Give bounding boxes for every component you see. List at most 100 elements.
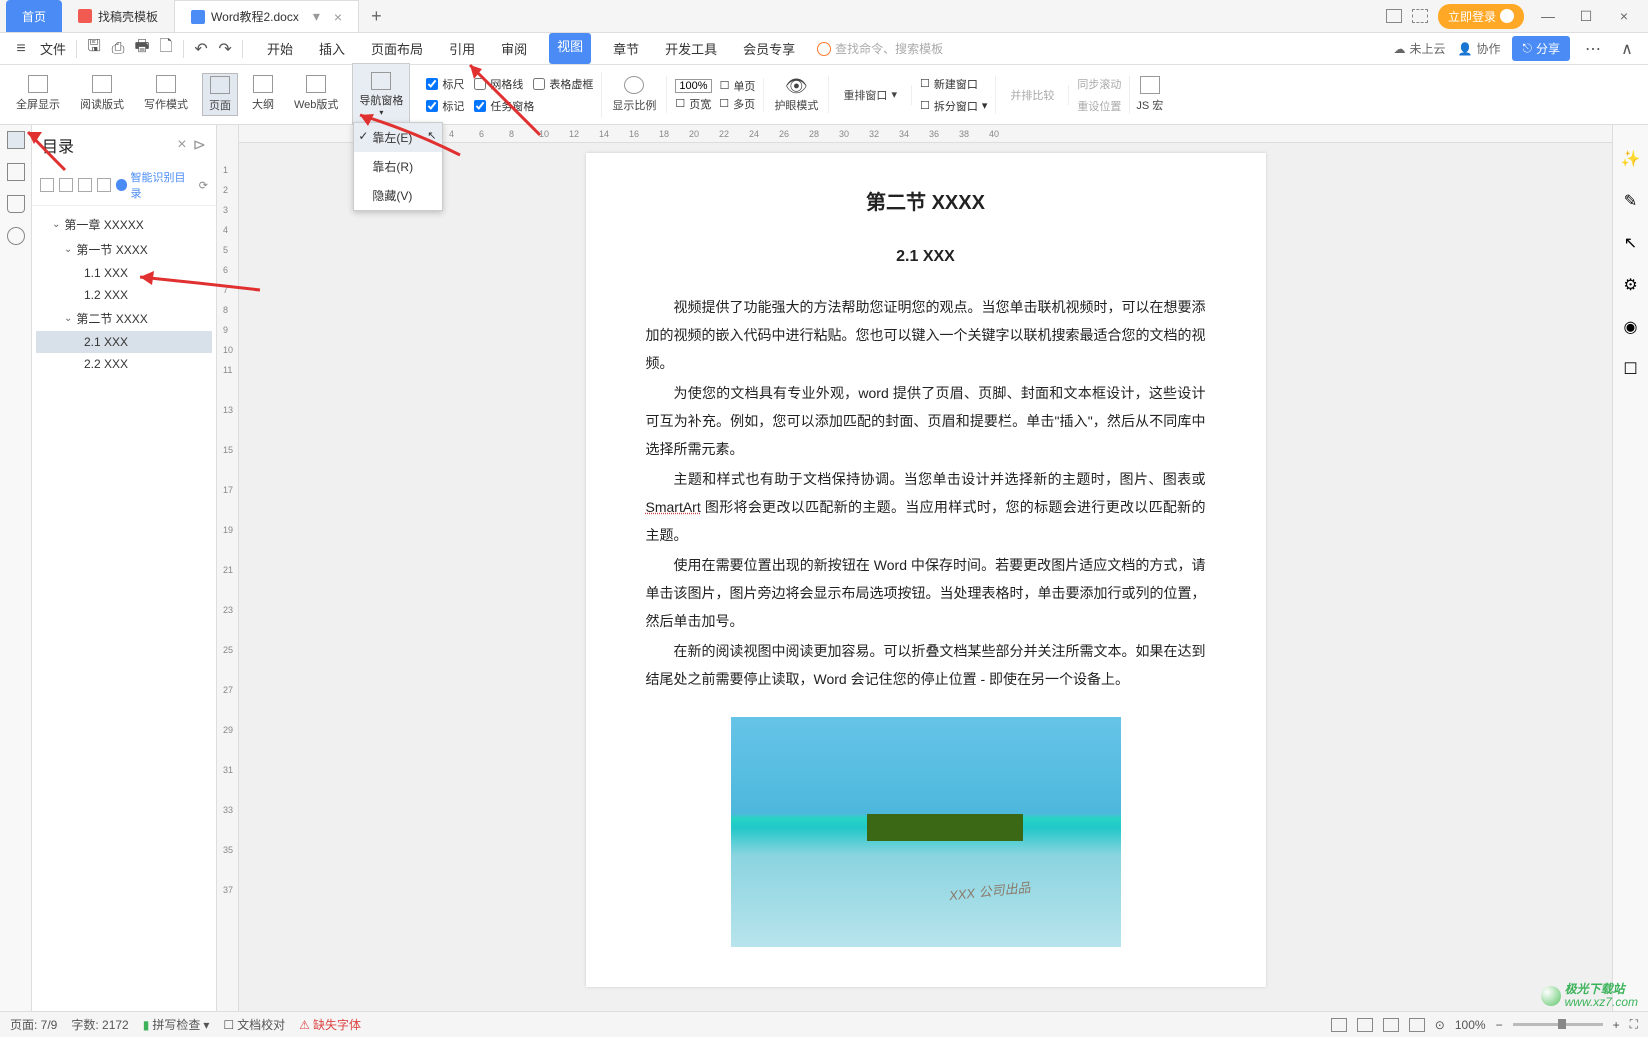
menu-tab-start[interactable]: 开始 <box>263 33 297 64</box>
table-grid-checkbox[interactable]: 表格虚框 <box>533 76 593 92</box>
mark-checkbox[interactable]: 标记 <box>426 98 464 114</box>
menu-icon[interactable]: ≡ <box>10 38 32 60</box>
ratio-button[interactable]: 显示比例 <box>602 76 667 113</box>
split-window[interactable]: ☐ 拆分窗口▾ <box>920 98 987 114</box>
menu-tab-dev[interactable]: 开发工具 <box>661 33 721 64</box>
structure-rail-icon[interactable] <box>7 163 25 181</box>
nav-dock-left[interactable]: ✓靠左(E)↖ <box>354 123 442 152</box>
expand-icon[interactable] <box>40 178 54 192</box>
tab-home[interactable]: 首页 <box>6 0 62 32</box>
tab-close-icon[interactable]: × <box>334 9 342 25</box>
file-menu[interactable]: 文件 <box>36 33 70 64</box>
tree-section-1[interactable]: ⌄第一节 XXXX <box>36 237 212 262</box>
menu-tab-vip[interactable]: 会员专享 <box>739 33 799 64</box>
fit-icon[interactable]: ⊙ <box>1435 1018 1445 1032</box>
outline-rail-icon[interactable] <box>7 131 25 149</box>
tree-item-2-1[interactable]: 2.1 XXX <box>36 331 212 353</box>
tree-item-1-1[interactable]: 1.1 XXX <box>36 262 212 284</box>
cloud-status[interactable]: ☁ 未上云 <box>1394 40 1446 57</box>
login-button[interactable]: 立即登录 <box>1438 4 1524 29</box>
zoom-out[interactable]: − <box>1496 1018 1503 1032</box>
search-rail-icon[interactable] <box>7 227 25 245</box>
fullscreen-icon[interactable]: ⛶ <box>1630 1017 1638 1032</box>
share-button[interactable]: ⎋ 分享 <box>1512 36 1570 61</box>
collapse-icon[interactable] <box>59 178 73 192</box>
rearrange-button[interactable]: 重排窗口▾ <box>837 85 903 105</box>
spell-check[interactable]: ▮拼写检查 ▾ <box>143 1016 210 1033</box>
view-mode-4[interactable] <box>1409 1018 1425 1032</box>
preview-icon[interactable]: 🗋 <box>155 38 177 60</box>
page-width[interactable]: ☐ 页宽 <box>675 96 711 112</box>
collapse-icon[interactable]: ∧ <box>1616 38 1638 60</box>
refresh-icon[interactable]: ⟳ <box>199 179 208 192</box>
tree-section-2[interactable]: ⌄第二节 XXXX <box>36 306 212 331</box>
tool-icon[interactable]: ✎ <box>1624 191 1637 211</box>
tab-template[interactable]: 找稿壳模板 <box>62 0 174 32</box>
web-button[interactable]: Web版式 <box>288 73 344 116</box>
maximize-icon[interactable]: ☐ <box>1572 8 1600 25</box>
tool-icon[interactable]: ◉ <box>1624 317 1638 337</box>
nav-dock-right[interactable]: 靠右(R) <box>354 152 442 181</box>
print-icon[interactable]: 🖶 <box>131 38 153 60</box>
smart-outline-button[interactable]: 智能识别目录 ⟳ <box>116 169 208 201</box>
zoom-100[interactable]: 100% <box>675 79 711 93</box>
outline-button[interactable]: 大纲 <box>246 73 280 116</box>
view-mode-2[interactable] <box>1357 1018 1373 1032</box>
task-pane-checkbox[interactable]: 任务窗格 <box>474 98 534 114</box>
zoom-value[interactable]: 100% <box>1455 1018 1486 1032</box>
tree-chapter-1[interactable]: ⌄第一章 XXXXX <box>36 212 212 237</box>
tool-icon[interactable]: ↖ <box>1624 233 1637 253</box>
proof[interactable]: ☐文档校对 <box>223 1016 285 1033</box>
save-as-icon[interactable]: ⎙ <box>107 38 129 60</box>
grid-checkbox[interactable]: 网格线 <box>474 76 523 92</box>
menu-tab-reference[interactable]: 引用 <box>445 33 479 64</box>
tab-add-button[interactable]: + <box>359 6 394 27</box>
missing-font[interactable]: ⚠缺失字体 <box>299 1016 361 1033</box>
ruler-checkbox[interactable]: 标尺 <box>426 76 464 92</box>
coop-button[interactable]: 👤 协作 <box>1458 40 1501 57</box>
fullscreen-button[interactable]: 全屏显示 <box>10 73 66 116</box>
panel-pin-icon[interactable]: ⊳ <box>193 135 206 155</box>
page-status[interactable]: 页面: 7/9 <box>10 1016 57 1033</box>
tree-item-2-2[interactable]: 2.2 XXX <box>36 353 212 375</box>
writing-button[interactable]: 写作模式 <box>138 73 194 116</box>
view-mode-1[interactable] <box>1331 1018 1347 1032</box>
menu-tab-review[interactable]: 审阅 <box>497 33 531 64</box>
demote-icon[interactable] <box>97 178 111 192</box>
document-page[interactable]: 第二节 XXXX 2.1 XXX 视频提供了功能强大的方法帮助您证明您的观点。当… <box>586 153 1266 987</box>
reading-button[interactable]: 阅读版式 <box>74 73 130 116</box>
undo-icon[interactable]: ↶ <box>190 38 212 60</box>
multi-page[interactable]: ☐ 多页 <box>719 96 755 112</box>
layout-icon-1[interactable] <box>1386 9 1402 23</box>
search-box[interactable]: 查找命令、搜索模板 <box>817 40 943 57</box>
zoom-slider[interactable] <box>1513 1023 1603 1026</box>
layout-icon-2[interactable] <box>1412 9 1428 23</box>
tree-item-1-2[interactable]: 1.2 XXX <box>36 284 212 306</box>
minimize-icon[interactable]: — <box>1534 8 1562 24</box>
word-count[interactable]: 字数: 2172 <box>71 1016 128 1033</box>
nav-pane-button[interactable]: 导航窗格 ▾ ✓靠左(E)↖ 靠右(R) 隐藏(V) <box>352 63 410 126</box>
eye-mode[interactable]: 👁护眼模式 <box>764 76 829 113</box>
tab-document[interactable]: Word教程2.docx ▾ × <box>174 0 359 32</box>
view-mode-3[interactable] <box>1383 1018 1399 1032</box>
more-icon[interactable]: ⋯ <box>1582 38 1604 60</box>
save-icon[interactable]: 🖫 <box>83 38 105 60</box>
menu-tab-view[interactable]: 视图 <box>549 33 591 64</box>
menu-tab-section[interactable]: 章节 <box>609 33 643 64</box>
bookmark-rail-icon[interactable] <box>7 195 25 213</box>
menu-tab-layout[interactable]: 页面布局 <box>367 33 427 64</box>
menu-tab-insert[interactable]: 插入 <box>315 33 349 64</box>
close-icon[interactable]: × <box>1610 8 1638 24</box>
tool-icon[interactable]: ⚙ <box>1623 275 1637 295</box>
tool-icon[interactable]: ✨ <box>1621 149 1641 169</box>
js-macro[interactable]: JS 宏 <box>1130 74 1169 115</box>
tool-icon[interactable]: ☐ <box>1623 359 1637 379</box>
tab-dropdown-icon[interactable]: ▾ <box>313 8 320 25</box>
page-button[interactable]: 页面 <box>202 73 238 116</box>
new-window[interactable]: ☐ 新建窗口 <box>920 76 987 92</box>
redo-icon[interactable]: ↷ <box>214 38 236 60</box>
zoom-in[interactable]: + <box>1613 1018 1620 1032</box>
nav-hide[interactable]: 隐藏(V) <box>354 181 442 210</box>
single-page[interactable]: ☐ 单页 <box>720 78 756 94</box>
promote-icon[interactable] <box>78 178 92 192</box>
